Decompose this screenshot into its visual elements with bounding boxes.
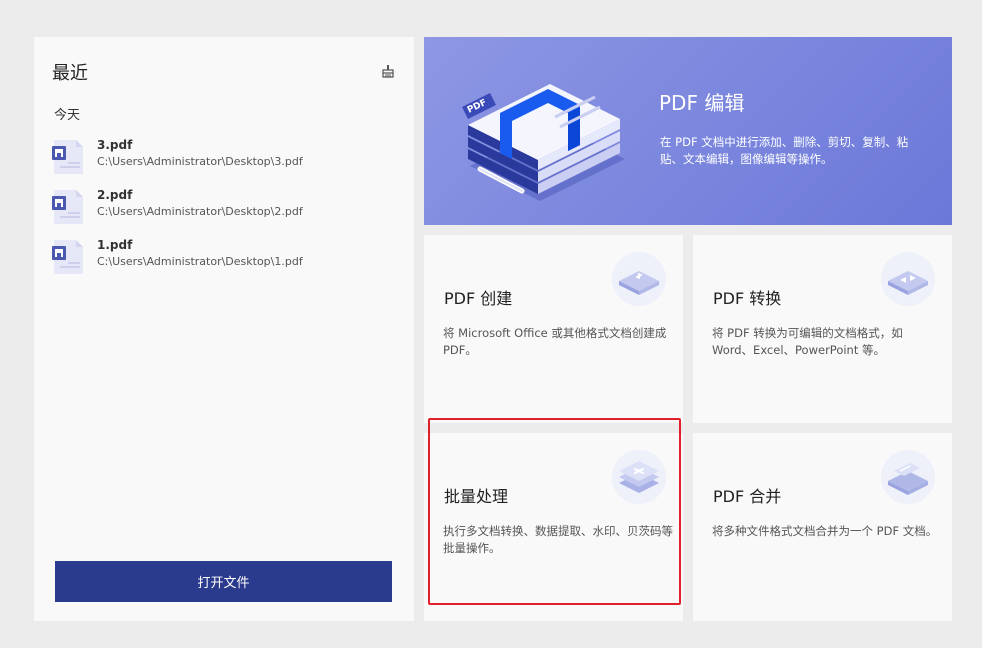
pdf-edit-title: PDF 编辑: [659, 91, 745, 115]
pdf-file-icon: [52, 190, 83, 224]
file-name: 1.pdf: [97, 238, 133, 252]
pdf-convert-description: 将 PDF 转换为可编辑的文档格式，如 Word、Excel、PowerPoin…: [712, 326, 903, 357]
file-path: C:\Users\Administrator\Desktop\2.pdf: [97, 205, 303, 218]
recent-title: 最近: [52, 63, 88, 84]
pdf-create-card[interactable]: PDF 创建 将 Microsoft Office 或其他格式文档创建成 PDF…: [424, 235, 683, 423]
recent-file-item[interactable]: 1.pdf C:\Users\Administrator\Desktop\1.p…: [52, 237, 402, 287]
pdf-create-icon: [612, 252, 666, 306]
file-name: 3.pdf: [97, 138, 133, 152]
pdf-edit-description: 在 PDF 文档中进行添加、删除、剪切、复制、粘贴、文本编辑，图像编辑等操作。: [660, 135, 909, 166]
pdf-merge-icon: [881, 450, 935, 504]
broom-icon[interactable]: [381, 64, 395, 78]
pdf-convert-title: PDF 转换: [713, 289, 782, 308]
pdf-merge-card[interactable]: PDF 合并 将多种文件格式文档合并为一个 PDF 文档。: [693, 433, 952, 621]
recent-file-item[interactable]: 2.pdf C:\Users\Administrator\Desktop\2.p…: [52, 187, 402, 237]
recent-file-item[interactable]: 3.pdf C:\Users\Administrator\Desktop\3.p…: [52, 137, 402, 187]
batch-process-title: 批量处理: [444, 487, 509, 506]
batch-process-description: 执行多文档转换、数据提取、水印、贝茨码等批量操作。: [443, 524, 673, 555]
file-path: C:\Users\Administrator\Desktop\3.pdf: [97, 155, 303, 168]
pdf-create-title: PDF 创建: [444, 289, 513, 308]
recent-file-list: 3.pdf C:\Users\Administrator\Desktop\3.p…: [52, 137, 402, 287]
pdf-file-icon: [52, 240, 83, 274]
file-name: 2.pdf: [97, 188, 133, 202]
pdf-merge-description: 将多种文件格式文档合并为一个 PDF 文档。: [712, 524, 938, 538]
pdf-convert-card[interactable]: PDF 转换 将 PDF 转换为可编辑的文档格式，如 Word、Excel、Po…: [693, 235, 952, 423]
recent-panel: 最近 今天 3.pdf C:\Users\Administrator\Deskt…: [34, 37, 414, 621]
file-path: C:\Users\Administrator\Desktop\1.pdf: [97, 255, 303, 268]
pdf-edit-card[interactable]: PDF PDF 编辑 在 PDF 文档中进行添加、删除、剪切、复制、粘贴、文本编…: [424, 37, 952, 225]
batch-process-card[interactable]: 批量处理 执行多文档转换、数据提取、水印、贝茨码等批量操作。: [424, 433, 683, 621]
pdf-convert-icon: [881, 252, 935, 306]
pdf-create-description: 将 Microsoft Office 或其他格式文档创建成 PDF。: [443, 326, 667, 357]
pdf-edit-illustration-icon: PDF: [462, 84, 625, 201]
pdf-file-icon: [52, 140, 83, 174]
batch-process-icon: [612, 450, 666, 504]
pdf-merge-title: PDF 合并: [713, 487, 782, 506]
open-file-button[interactable]: 打开文件: [55, 561, 392, 602]
today-label: 今天: [54, 108, 81, 123]
